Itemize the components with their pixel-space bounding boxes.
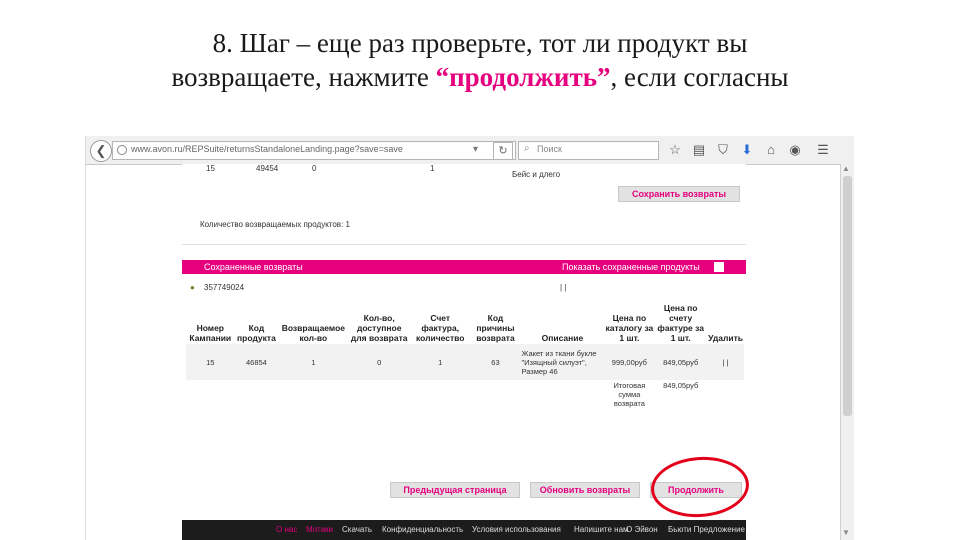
divider xyxy=(182,244,746,245)
browser-navbar: ❮ www.avon.ru/REPSuite/returnsStandalone… xyxy=(86,136,854,165)
save-returns-button[interactable]: Сохранить возвраты xyxy=(618,186,740,202)
returns-table-header: Номер Кампании Код продукта Возвращаемое… xyxy=(186,302,744,344)
update-returns-button[interactable]: Обновить возвраты xyxy=(530,482,640,498)
show-saved-link[interactable]: Показать сохраненные продукты xyxy=(562,262,700,272)
col-invoice-price: Цена по счету фактуре за 1 шт. xyxy=(657,303,704,343)
reading-list-icon[interactable]: ▤ xyxy=(690,141,708,159)
home-icon[interactable]: ⌂ xyxy=(762,141,780,159)
cell-available-qty: 0 xyxy=(348,344,410,380)
cell-reason-code: 63 xyxy=(470,344,521,380)
cell-catalog-price: 999,00руб xyxy=(604,344,655,380)
footer-link-download[interactable]: Скачать xyxy=(342,525,372,534)
cell-return-qty: 1 xyxy=(278,344,349,380)
top-row-campaign: 15 xyxy=(206,164,215,173)
chat-icon[interactable]: ◉ xyxy=(786,141,804,159)
title-text-post: , если согласны xyxy=(610,62,789,92)
col-product-code: Код продукта xyxy=(237,323,276,343)
search-icon: ⌕ xyxy=(524,143,530,154)
dropdown-icon[interactable]: ▾ xyxy=(473,144,478,155)
cell-campaign: 15 xyxy=(186,344,235,380)
top-row-code: 49454 xyxy=(256,164,279,173)
back-button[interactable]: ❮ xyxy=(90,140,112,162)
scroll-up-icon[interactable]: ▲ xyxy=(842,164,850,173)
star-icon[interactable]: ☆ xyxy=(666,141,684,159)
cell-invoice-price: 849,05руб xyxy=(654,344,708,380)
previous-page-button[interactable]: Предыдущая страница xyxy=(390,482,520,498)
pocket-icon[interactable]: ⛉ xyxy=(714,141,732,159)
vertical-scrollbar[interactable]: ▲ ▼ xyxy=(840,164,854,540)
footer-link-beauty[interactable]: Бьюти Предложение xyxy=(668,525,745,534)
menu-icon[interactable]: ☰ xyxy=(814,141,832,159)
footer-link-about-avon[interactable]: О Эйвон xyxy=(626,525,658,534)
cell-description: Жакет из ткани букле "Изящный силуэт", Р… xyxy=(520,344,605,380)
order-status-icon: ● xyxy=(190,283,195,292)
search-placeholder: Поиск xyxy=(537,144,562,154)
saved-returns-header-bar: Сохраненные возвраты Показать сохраненны… xyxy=(182,260,746,274)
col-delete: Удалить xyxy=(708,333,743,343)
table-row: 15 46854 1 0 1 63 Жакет из ткани букле "… xyxy=(186,344,744,380)
top-row-qty: 0 xyxy=(312,164,317,173)
footer-link-terms[interactable]: Условия использования xyxy=(472,525,561,534)
url-text: www.avon.ru/REPSuite/returnsStandaloneLa… xyxy=(131,144,403,154)
slide-title: 8. Шаг – еще раз проверьте, тот ли проду… xyxy=(0,26,960,94)
total-value: 849,05руб xyxy=(663,381,699,390)
footer-link-about[interactable]: О нас xyxy=(276,525,297,534)
order-marks: | | xyxy=(560,283,567,292)
scroll-thumb[interactable] xyxy=(843,176,852,416)
col-available-qty: Кол-во, доступное для возврата xyxy=(350,313,408,343)
title-text-pre: возвращаете, нажмите xyxy=(171,62,436,92)
page-footer: О нас Мотаки Скачать Конфиденциальность … xyxy=(182,520,746,540)
cell-delete[interactable]: | | xyxy=(707,344,744,380)
col-campaign: Номер Кампании xyxy=(189,323,232,343)
col-invoice-qty: Счет фактура, количество xyxy=(415,313,465,343)
footer-link-contact[interactable]: Напишите нам xyxy=(574,525,629,534)
title-highlight: “продолжить” xyxy=(435,62,611,92)
globe-icon xyxy=(117,145,127,155)
reload-button[interactable]: ↻ xyxy=(493,142,513,160)
top-row-available: 1 xyxy=(430,164,435,173)
search-bar[interactable]: ⌕ Поиск xyxy=(518,141,659,160)
col-reason-code: Код причины возврата xyxy=(476,313,515,343)
slide-title-line-2: возвращаете, нажмите “продолжить”, если … xyxy=(0,60,960,94)
returned-count-text: Количество возвращаемых продуктов: 1 xyxy=(200,220,350,229)
total-label: Итоговая сумма возврата xyxy=(613,381,646,408)
returns-table: Номер Кампании Код продукта Возвращаемое… xyxy=(186,302,744,409)
order-number: 357749024 xyxy=(204,283,245,292)
col-catalog-price: Цена по каталогу за 1 шт. xyxy=(605,313,654,343)
scroll-down-icon[interactable]: ▼ xyxy=(842,528,850,537)
download-icon[interactable]: ⬇ xyxy=(738,141,756,159)
saved-returns-title: Сохраненные возвраты xyxy=(204,262,303,272)
slide-title-line-1: 8. Шаг – еще раз проверьте, тот ли проду… xyxy=(212,28,748,58)
total-row: Итоговая сумма возврата 849,05руб xyxy=(186,380,744,409)
show-saved-checkbox[interactable] xyxy=(714,262,724,272)
cell-product-code: 46854 xyxy=(234,344,279,380)
footer-link-2[interactable]: Мотаки xyxy=(306,525,333,534)
col-description: Описание xyxy=(541,333,584,343)
footer-link-privacy[interactable]: Конфиденциальность xyxy=(382,525,463,534)
cell-invoice-qty: 1 xyxy=(409,344,471,380)
address-bar[interactable]: www.avon.ru/REPSuite/returnsStandaloneLa… xyxy=(112,141,516,160)
col-return-qty: Возвращаемое кол-во xyxy=(281,323,346,343)
top-row-description: Бейс и длего xyxy=(512,170,561,179)
